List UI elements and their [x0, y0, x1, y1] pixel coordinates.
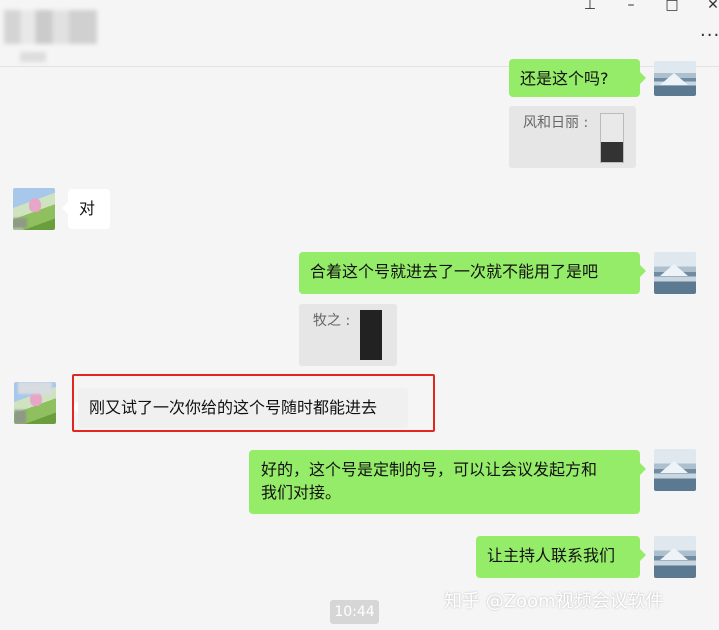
my-avatar[interactable] — [654, 252, 696, 294]
contact-name-blurred — [4, 10, 97, 44]
message-text-line2: 我们对接。 — [261, 483, 342, 502]
quoted-image-thumbnail[interactable] — [360, 310, 382, 360]
close-icon[interactable]: ✕ — [702, 0, 719, 16]
my-avatar[interactable] — [654, 449, 696, 491]
message-text: 还是这个吗? — [520, 69, 609, 88]
message-text: 对 — [79, 199, 96, 218]
message-text: 让主持人联系我们 — [487, 546, 616, 565]
sent-message[interactable]: 合着这个号就进去了一次就不能用了是吧 — [299, 252, 646, 294]
quote-author: 牧之 : — [313, 313, 351, 329]
sent-message[interactable]: 让主持人联系我们 — [476, 536, 646, 578]
watermark: 知乎 @Zoom视频会议软件 — [444, 591, 664, 612]
my-avatar[interactable] — [654, 536, 696, 578]
quoted-image-thumbnail[interactable] — [600, 113, 624, 163]
title-bar: ⊥ – □ ✕ ··· — [0, 0, 719, 67]
minimize-icon[interactable]: – — [620, 0, 642, 16]
quote-author: 风和日丽 : — [523, 115, 589, 131]
contact-avatar[interactable] — [14, 382, 56, 424]
contact-avatar[interactable] — [13, 188, 55, 230]
more-icon[interactable]: ··· — [700, 26, 719, 46]
received-message[interactable]: 对 — [62, 189, 110, 229]
maximize-icon[interactable]: □ — [661, 0, 683, 16]
pin-icon[interactable]: ⊥ — [579, 0, 601, 16]
quoted-message[interactable]: 风和日丽 : — [509, 106, 636, 168]
message-text-line1: 好的，这个号是定制的号，可以让会议发起方和 — [261, 460, 598, 479]
message-text: 合着这个号就进去了一次就不能用了是吧 — [310, 262, 599, 281]
timestamp: 10:44 — [330, 600, 379, 624]
sent-message[interactable]: 还是这个吗? — [509, 59, 646, 97]
contact-name-blurred-detail — [20, 52, 46, 62]
highlight-box — [72, 374, 435, 432]
sent-message[interactable]: 好的，这个号是定制的号，可以让会议发起方和 我们对接。 — [249, 450, 646, 514]
quoted-message[interactable]: 牧之 : — [299, 304, 397, 366]
my-avatar[interactable] — [654, 61, 696, 96]
chat-messages[interactable]: 还是这个吗? 风和日丽 : 对 合着这个号就进去了一次就不能用了是吧 牧之 : … — [0, 59, 719, 630]
